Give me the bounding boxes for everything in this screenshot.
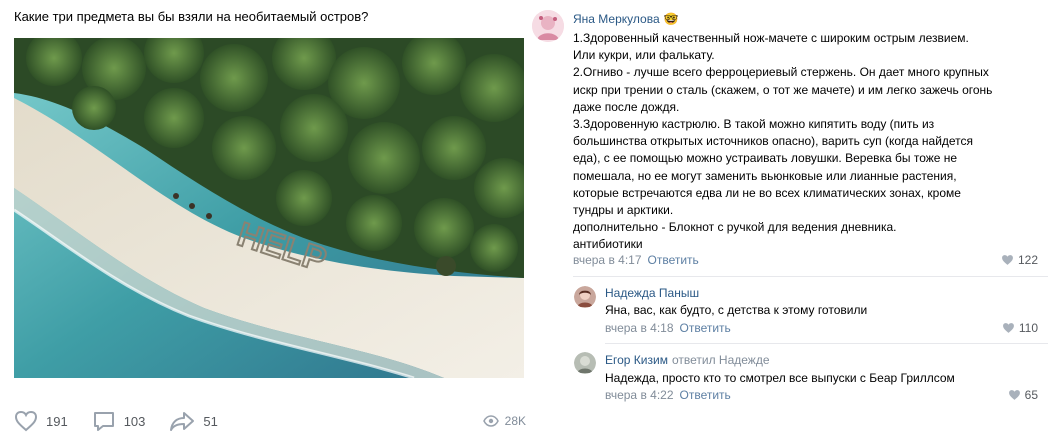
comment-author[interactable]: Надежда Паныш — [605, 286, 699, 300]
comment-line: дополнительно - Блокнот с ручкой для вед… — [573, 220, 897, 235]
comment-text: Яна, вас, как будто, с детства к этому г… — [605, 302, 867, 319]
comment-meta: вчера в 4:17 Ответить — [573, 253, 699, 267]
author-name: Яна Меркулова — [573, 12, 660, 26]
divider — [605, 343, 1048, 344]
share-button[interactable]: 51 — [169, 410, 218, 432]
user-avatar-icon — [574, 352, 596, 374]
comment-text: Надежда, просто кто то смотрел все выпус… — [605, 370, 955, 387]
comment-count: 103 — [123, 413, 146, 429]
reply-to-label[interactable]: ответил Надежде — [672, 353, 770, 367]
comment-author[interactable]: Яна Меркулова 🤓 — [573, 12, 679, 26]
divider — [573, 276, 1048, 277]
comment-like-button[interactable]: 65 — [1008, 388, 1038, 402]
post-actions-bar: 191 103 51 28K — [14, 404, 526, 438]
post-photo[interactable]: HELP — [14, 38, 524, 378]
author-name: Егор Кизим — [605, 353, 668, 367]
heart-icon — [1008, 390, 1020, 400]
comment-line: тундры и арктики. — [573, 203, 674, 218]
comment-like-count: 122 — [1017, 253, 1038, 267]
comment-line: Яна, вас, как будто, с детства к этому г… — [605, 303, 868, 317]
comment-button[interactable]: 103 — [92, 410, 146, 432]
comment-like-button[interactable]: 110 — [1002, 321, 1038, 335]
comment-line: большинства открытых источников опасно),… — [573, 134, 974, 149]
user-avatar-icon — [574, 286, 596, 308]
share-count: 51 — [203, 413, 218, 429]
island-photo-illustration: HELP — [14, 38, 524, 378]
comment-like-button[interactable]: 122 — [1001, 253, 1038, 267]
author-name: Надежда Паныш — [605, 286, 700, 300]
heart-icon — [14, 410, 38, 432]
comment-line: еда), с ее помощью можно устраивать лову… — [573, 151, 958, 166]
comment-time[interactable]: вчера в 4:17 — [573, 253, 642, 267]
comment-line: 1.Здоровенный качественный нож-мачете с … — [573, 31, 969, 45]
share-icon — [170, 412, 195, 431]
avatar[interactable] — [574, 352, 596, 374]
comments-panel: Яна Меркулова 🤓 1.Здоровенный качественн… — [530, 0, 1048, 446]
reply-button[interactable]: Ответить — [680, 388, 731, 402]
comment-item: Надежда Паныш Яна, вас, как будто, с дет… — [530, 280, 1048, 340]
comment-item: Егор Кизим ответил Надежде Надежда, прос… — [530, 346, 1048, 406]
like-count: 191 — [46, 413, 68, 429]
avatar[interactable] — [532, 10, 564, 42]
post-title: Какие три предмета вы бы взяли на необит… — [14, 9, 369, 24]
comment-time[interactable]: вчера в 4:22 — [605, 388, 674, 402]
comment-line: Или кукри, или фалькату. — [573, 48, 715, 63]
avatar[interactable] — [574, 286, 596, 308]
nerd-emoji-icon: 🤓 — [663, 12, 679, 26]
comment-line: искр при трении о сталь (скажем, о тот ж… — [573, 82, 993, 97]
reply-button[interactable]: Ответить — [648, 253, 699, 267]
comment-icon — [93, 412, 114, 431]
comment-meta: вчера в 4:18 Ответить — [605, 321, 731, 335]
like-button[interactable]: 191 — [14, 410, 68, 432]
comment-like-count: 65 — [1024, 388, 1038, 402]
comment-line: Надежда, просто кто то смотрел все выпус… — [605, 371, 955, 385]
reply-button[interactable]: Ответить — [680, 321, 731, 335]
comment-line: которые встречаются едва ли не во всех к… — [573, 185, 961, 200]
comment-meta: вчера в 4:22 Ответить — [605, 388, 731, 402]
comment-line: антибиотики — [573, 237, 643, 252]
comment-text: 1.Здоровенный качественный нож-мачете с … — [573, 30, 992, 254]
comment-author[interactable]: Егор Кизим ответил Надежде — [605, 353, 770, 367]
heart-icon — [1002, 255, 1013, 265]
comment-line: помешала, но ее могут заменить вьюнковые… — [573, 168, 957, 183]
comment-line: 3.Здоровенную кастрюлю. В такой можно ки… — [573, 117, 935, 132]
comment-like-count: 110 — [1018, 321, 1038, 335]
comment-line: даже после дождя. — [573, 99, 680, 114]
comment-line: 2.Огниво - лучше всего ферроцериевый сте… — [573, 65, 989, 80]
heart-icon — [1002, 323, 1014, 333]
comment-item: Яна Меркулова 🤓 1.Здоровенный качественн… — [530, 0, 1048, 275]
eye-icon — [482, 415, 499, 427]
user-avatar-icon — [532, 10, 564, 42]
views-indicator: 28K — [482, 414, 526, 428]
views-count: 28K — [504, 414, 526, 428]
comment-time[interactable]: вчера в 4:18 — [605, 321, 674, 335]
post-card: Какие три предмета вы бы взяли на необит… — [0, 0, 540, 446]
